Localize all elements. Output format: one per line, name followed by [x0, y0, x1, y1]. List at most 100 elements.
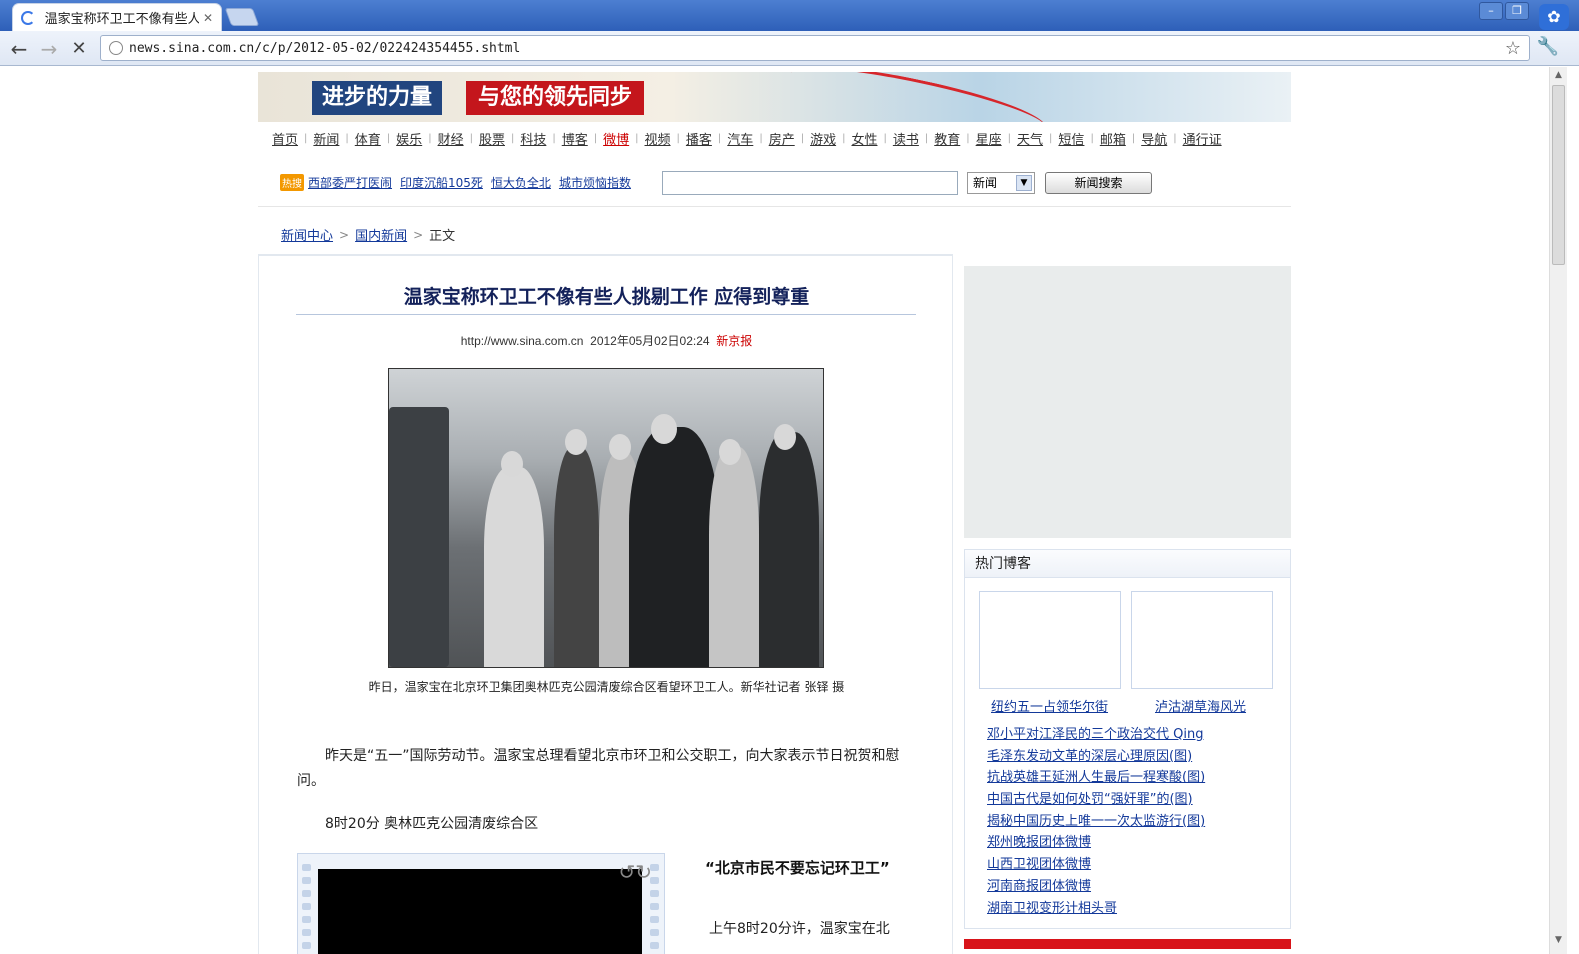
breadcrumb-section[interactable]: 国内新闻	[355, 225, 407, 244]
chevron-right-icon: >	[339, 227, 350, 242]
search-category-value: 新闻	[973, 176, 998, 190]
blog-thumb-caption[interactable]: 纽约五一占领华尔街	[991, 696, 1108, 715]
nav-separator: |	[966, 132, 970, 144]
nav-separator: |	[1090, 132, 1094, 144]
new-tab-button[interactable]	[224, 8, 260, 26]
nav-separator: |	[800, 132, 805, 144]
channel-nav-item[interactable]: 博客	[562, 129, 588, 148]
blog-link[interactable]: 抗战英雄王延洲人生最后一程寒酸(图)	[987, 767, 1205, 789]
channel-nav-item[interactable]: 财经	[438, 129, 464, 148]
channel-nav-item[interactable]: 邮箱	[1100, 129, 1126, 148]
channel-nav-item[interactable]: 女性	[851, 129, 877, 148]
byline-source-link[interactable]: 新京报	[716, 334, 752, 348]
channel-nav-item[interactable]: 房产	[769, 129, 795, 148]
video-screen[interactable]	[318, 869, 642, 954]
nav-separator: |	[552, 132, 556, 144]
photo-face	[609, 434, 631, 460]
nav-separator: |	[635, 132, 639, 144]
hot-link[interactable]: 恒大负全北	[491, 174, 551, 191]
article-paragraph: 昨天是“五一”国际劳动节。温家宝总理看望北京市环卫和公交职工，向大家表示节日祝贺…	[297, 748, 900, 789]
divider	[296, 314, 916, 315]
hot-link[interactable]: 西部委严打医闹	[308, 174, 392, 191]
chevron-down-icon[interactable]: ▼	[1016, 175, 1032, 191]
banner-text-right: 与您的领先同步	[466, 81, 645, 115]
bookmark-star-icon[interactable]: ☆	[1505, 38, 1521, 59]
vertical-scrollbar[interactable]: ▲ ▼	[1549, 67, 1567, 954]
banner-swoosh	[786, 72, 1050, 122]
address-bar[interactable]: news.sina.com.cn/c/p/2012-05-02/02242435…	[100, 35, 1530, 61]
channel-nav-item[interactable]: 科技	[520, 129, 546, 148]
scroll-thumb[interactable]	[1552, 85, 1565, 265]
hot-link[interactable]: 城市烦恼指数	[559, 174, 631, 191]
channel-nav-item[interactable]: 游戏	[810, 129, 836, 148]
wrench-menu-icon[interactable]: 🔧	[1537, 36, 1559, 57]
nav-separator: |	[469, 132, 473, 144]
blog-thumbnail[interactable]	[1131, 591, 1273, 689]
blog-link[interactable]: 毛泽东发动文革的深层心理原因(图)	[987, 746, 1205, 768]
browser-toolbar: ← → ✕ news.sina.com.cn/c/p/2012-05-02/02…	[0, 31, 1579, 66]
channel-nav-item[interactable]: 短信	[1058, 129, 1084, 148]
search-category-select[interactable]: 新闻 ▼	[967, 172, 1035, 194]
channel-nav-item[interactable]: 股票	[479, 129, 505, 148]
banner-text-left: 进步的力量	[312, 81, 443, 115]
blog-link[interactable]: 湖南卫视变形计相头哥	[987, 898, 1205, 920]
news-search-button[interactable]: 新闻搜索	[1045, 172, 1152, 194]
channel-nav-item[interactable]: 通行证	[1183, 129, 1222, 148]
channel-nav-item[interactable]: 新闻	[313, 129, 339, 148]
channel-nav-item[interactable]: 体育	[355, 129, 381, 148]
nav-separator: |	[304, 132, 308, 144]
sidebar-red-ad[interactable]	[964, 939, 1291, 949]
blog-link[interactable]: 揭秘中国历史上唯一一次太监游行(图)	[987, 811, 1205, 833]
blog-thumb-caption[interactable]: 泸沽湖草海风光	[1155, 696, 1246, 715]
blog-link[interactable]: 河南商报团体微博	[987, 876, 1205, 898]
nav-separator: |	[842, 132, 846, 144]
channel-nav-item[interactable]: 天气	[1017, 129, 1043, 148]
tab-title: 温家宝称环卫工不像有些人	[44, 12, 199, 27]
photo-face	[774, 424, 796, 450]
channel-nav-item[interactable]: 汽车	[727, 129, 753, 148]
breadcrumb-root[interactable]: 新闻中心	[281, 225, 333, 244]
page-viewport: 进步的力量 与您的领先同步 首页 | 新闻 | 体育 | 娱乐 | 财经 | 股票 | 科技 | 博客 | 微博…	[0, 67, 1549, 954]
hot-badge: 热搜	[280, 173, 304, 191]
browser-tab[interactable]: 温家宝称环卫工不像有些人 ✕	[12, 3, 222, 31]
channel-nav-item[interactable]: 娱乐	[396, 129, 422, 148]
channel-nav-item[interactable]: 教育	[934, 129, 960, 148]
back-arrow-icon[interactable]: ←	[6, 36, 32, 62]
channel-nav-item[interactable]: 导航	[1141, 129, 1167, 148]
restore-icon[interactable]: ❐	[1505, 2, 1529, 20]
photo-face	[565, 429, 587, 455]
sidebar-ad[interactable]	[964, 266, 1291, 538]
stop-icon[interactable]: ✕	[66, 36, 92, 62]
scroll-up-icon[interactable]: ▲	[1550, 67, 1567, 83]
hot-search-bar: 热搜 西部委严打医闹 印度沉船105死 恒大负全北 城市烦恼指数	[280, 167, 639, 197]
page-globe-icon	[109, 41, 123, 55]
news-search-input[interactable]	[662, 171, 958, 195]
blog-thumbnail[interactable]	[979, 591, 1121, 689]
nav-separator: |	[593, 132, 598, 144]
channel-nav-item[interactable]: 播客	[686, 129, 712, 148]
rotate-controls-icon[interactable]: ↺↻	[618, 860, 652, 884]
photo-person	[709, 447, 759, 667]
blog-link-list: 邓小平对江泽民的三个政治交代 Qing 毛泽东发动文革的深层心理原因(图) 抗战…	[987, 724, 1205, 919]
channel-nav-item[interactable]: 微博	[603, 129, 629, 148]
blog-link[interactable]: 山西卫视团体微博	[987, 854, 1205, 876]
minimize-icon[interactable]: –	[1479, 2, 1503, 20]
forward-arrow-icon[interactable]: →	[36, 36, 62, 62]
article-byline: http://www.sina.com.cn 2012年05月02日02:24 …	[259, 332, 954, 349]
scroll-down-icon[interactable]: ▼	[1550, 932, 1567, 948]
blog-link[interactable]: 郑州晚报团体微博	[987, 832, 1205, 854]
breadcrumb: 新闻中心 > 国内新闻 > 正文	[281, 225, 455, 245]
tab-close-icon[interactable]: ✕	[203, 11, 213, 25]
nav-separator: |	[759, 132, 763, 144]
top-banner-ad[interactable]: 进步的力量 与您的领先同步	[258, 72, 1291, 122]
channel-nav-item[interactable]: 视频	[645, 129, 671, 148]
blog-link[interactable]: 邓小平对江泽民的三个政治交代 Qing	[987, 724, 1205, 746]
video-player[interactable]: ↺↻	[297, 853, 665, 954]
nav-separator: |	[717, 132, 722, 144]
photo-face	[501, 451, 523, 477]
hot-link[interactable]: 印度沉船105死	[400, 174, 483, 191]
channel-nav-item[interactable]: 星座	[976, 129, 1002, 148]
channel-nav-item[interactable]: 首页	[272, 129, 298, 148]
blog-link[interactable]: 中国古代是如何处罚“强奸罪”的(图)	[987, 789, 1205, 811]
channel-nav-item[interactable]: 读书	[893, 129, 919, 148]
